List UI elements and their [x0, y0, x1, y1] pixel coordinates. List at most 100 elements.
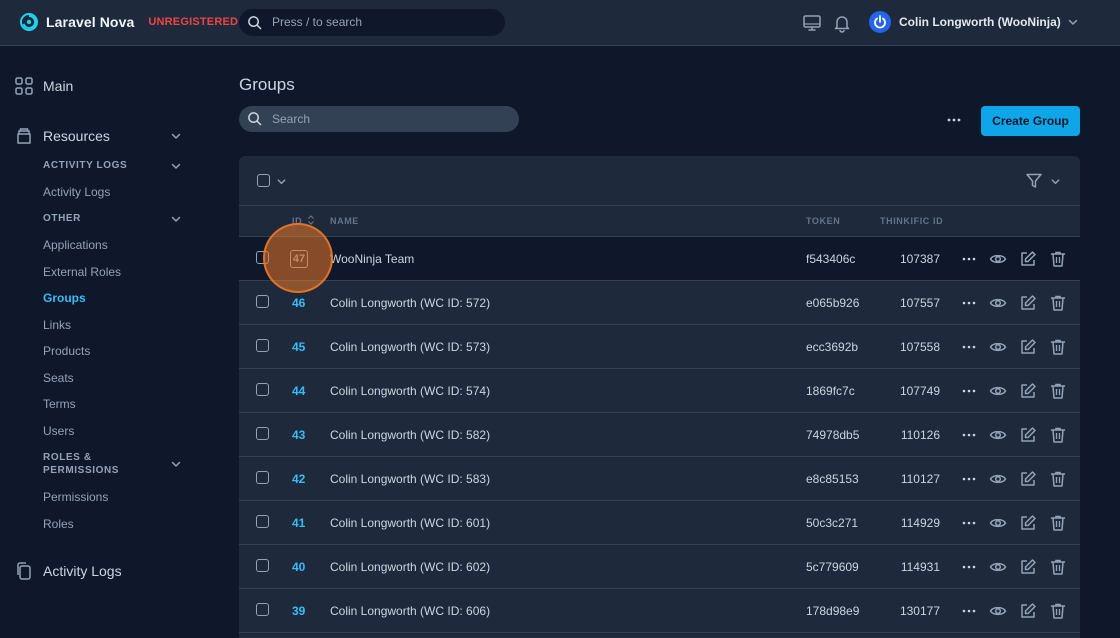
row-id-link[interactable]: 46: [292, 296, 305, 310]
row-checkbox[interactable]: [256, 515, 269, 528]
sidebar-group-activity-logs[interactable]: ACTIVITY LOGS: [43, 159, 127, 172]
view-icon[interactable]: [989, 470, 1007, 488]
delete-icon[interactable]: [1049, 602, 1067, 620]
edit-icon[interactable]: [1019, 558, 1037, 576]
chevron-down-icon[interactable]: [170, 160, 182, 172]
view-icon[interactable]: [989, 558, 1007, 576]
chevron-down-icon[interactable]: [170, 458, 182, 470]
filter-icon[interactable]: [1025, 172, 1043, 190]
delete-icon[interactable]: [1049, 294, 1067, 312]
delete-icon[interactable]: [1049, 382, 1067, 400]
row-checkbox[interactable]: [256, 559, 269, 572]
column-header-token[interactable]: TOKEN: [806, 216, 840, 226]
sidebar-group-roles-permissions[interactable]: ROLES & PERMISSIONS: [43, 451, 119, 477]
sidebar-item-external-roles[interactable]: External Roles: [43, 265, 121, 279]
view-icon[interactable]: [989, 250, 1007, 268]
edit-icon[interactable]: [1019, 250, 1037, 268]
delete-icon[interactable]: [1049, 470, 1067, 488]
view-icon[interactable]: [989, 602, 1007, 620]
row-checkbox[interactable]: [256, 603, 269, 616]
edit-icon[interactable]: [1019, 382, 1037, 400]
view-icon[interactable]: [989, 382, 1007, 400]
column-header-thinkific-id[interactable]: THINKIFIC ID: [880, 216, 943, 226]
row-id-link[interactable]: 45: [292, 340, 305, 354]
row-id-link[interactable]: 41: [292, 516, 305, 530]
bell-icon[interactable]: [832, 13, 852, 33]
edit-icon[interactable]: [1019, 470, 1037, 488]
chevron-down-icon[interactable]: [1050, 176, 1061, 187]
row-actions-icon[interactable]: [960, 338, 978, 356]
sidebar-item-users[interactable]: Users: [43, 424, 74, 438]
edit-icon[interactable]: [1019, 426, 1037, 444]
view-icon[interactable]: [989, 426, 1007, 444]
table-row[interactable]: 40 Colin Longworth (WC ID: 602) 5c779609 11…: [239, 545, 1080, 589]
select-all-checkbox[interactable]: [257, 174, 270, 187]
delete-icon[interactable]: [1049, 338, 1067, 356]
sidebar-item-seats[interactable]: Seats: [43, 371, 74, 385]
sidebar-item-permissions[interactable]: Permissions: [43, 490, 108, 504]
row-id-link[interactable]: 43: [292, 428, 305, 442]
view-icon[interactable]: [989, 294, 1007, 312]
global-search-input[interactable]: Press / to search: [239, 9, 505, 36]
chevron-down-icon[interactable]: [170, 130, 182, 142]
delete-icon[interactable]: [1049, 250, 1067, 268]
edit-icon[interactable]: [1019, 294, 1037, 312]
sidebar-main[interactable]: Main: [15, 77, 73, 95]
row-checkbox[interactable]: [256, 251, 269, 264]
row-actions-icon[interactable]: [960, 250, 978, 268]
edit-icon[interactable]: [1019, 514, 1037, 532]
column-header-name[interactable]: NAME: [330, 216, 359, 226]
row-actions-icon[interactable]: [960, 470, 978, 488]
delete-icon[interactable]: [1049, 514, 1067, 532]
sidebar-item-applications[interactable]: Applications: [43, 238, 108, 252]
row-actions-icon[interactable]: [960, 514, 978, 532]
sidebar-group-other[interactable]: OTHER: [43, 212, 81, 225]
resource-search-input[interactable]: Search: [239, 106, 519, 132]
table-row[interactable]: 46 Colin Longworth (WC ID: 572) e065b926 10…: [239, 281, 1080, 325]
table-row[interactable]: 45 Colin Longworth (WC ID: 573) ecc3692b 10…: [239, 325, 1080, 369]
sidebar-item-roles[interactable]: Roles: [43, 517, 74, 531]
sidebar-item-groups[interactable]: Groups: [43, 291, 86, 305]
sidebar-item-products[interactable]: Products: [43, 344, 90, 358]
sidebar-resources[interactable]: Resources: [15, 127, 110, 145]
sidebar-item-activity-logs[interactable]: Activity Logs: [43, 185, 110, 199]
row-checkbox[interactable]: [256, 295, 269, 308]
row-checkbox[interactable]: [256, 471, 269, 484]
row-actions-icon[interactable]: [960, 558, 978, 576]
app-logo[interactable]: Laravel Nova UNREGISTERED: [19, 12, 238, 32]
row-actions-icon[interactable]: [960, 602, 978, 620]
user-menu[interactable]: Colin Longworth (WooNinja): [869, 11, 1079, 33]
row-checkbox[interactable]: [256, 339, 269, 352]
row-id-link[interactable]: 40: [292, 560, 305, 574]
row-actions-icon[interactable]: [960, 382, 978, 400]
delete-icon[interactable]: [1049, 558, 1067, 576]
sort-icon[interactable]: [307, 214, 315, 226]
sidebar-item-links[interactable]: Links: [43, 318, 71, 332]
create-group-button[interactable]: Create Group: [981, 106, 1080, 136]
row-id-link[interactable]: 39: [292, 604, 305, 618]
sidebar-activity-logs[interactable]: Activity Logs: [15, 562, 122, 580]
chevron-down-icon[interactable]: [276, 176, 287, 187]
monitor-icon[interactable]: [802, 13, 822, 33]
row-actions-icon[interactable]: [960, 294, 978, 312]
column-header-id[interactable]: ID: [292, 216, 302, 226]
table-row[interactable]: 44 Colin Longworth (WC ID: 574) 1869fc7c 10…: [239, 369, 1080, 413]
table-row[interactable]: 43 Colin Longworth (WC ID: 582) 74978db5 11…: [239, 413, 1080, 457]
row-actions-icon[interactable]: [960, 426, 978, 444]
table-row[interactable]: 42 Colin Longworth (WC ID: 583) e8c85153 11…: [239, 457, 1080, 501]
sidebar-item-terms[interactable]: Terms: [43, 397, 76, 411]
table-row[interactable]: 41 Colin Longworth (WC ID: 601) 50c3c271 11…: [239, 501, 1080, 545]
edit-icon[interactable]: [1019, 602, 1037, 620]
edit-icon[interactable]: [1019, 338, 1037, 356]
row-id-link[interactable]: 47: [290, 250, 308, 268]
chevron-down-icon[interactable]: [170, 213, 182, 225]
row-checkbox[interactable]: [256, 427, 269, 440]
view-icon[interactable]: [989, 514, 1007, 532]
delete-icon[interactable]: [1049, 426, 1067, 444]
more-actions-icon[interactable]: [944, 112, 964, 128]
table-row[interactable]: 47 WooNinja Team f543406c 107387: [239, 237, 1080, 281]
table-row[interactable]: 39 Colin Longworth (WC ID: 606) 178d98e9 13…: [239, 589, 1080, 633]
row-id-link[interactable]: 44: [292, 384, 305, 398]
view-icon[interactable]: [989, 338, 1007, 356]
row-id-link[interactable]: 42: [292, 472, 305, 486]
